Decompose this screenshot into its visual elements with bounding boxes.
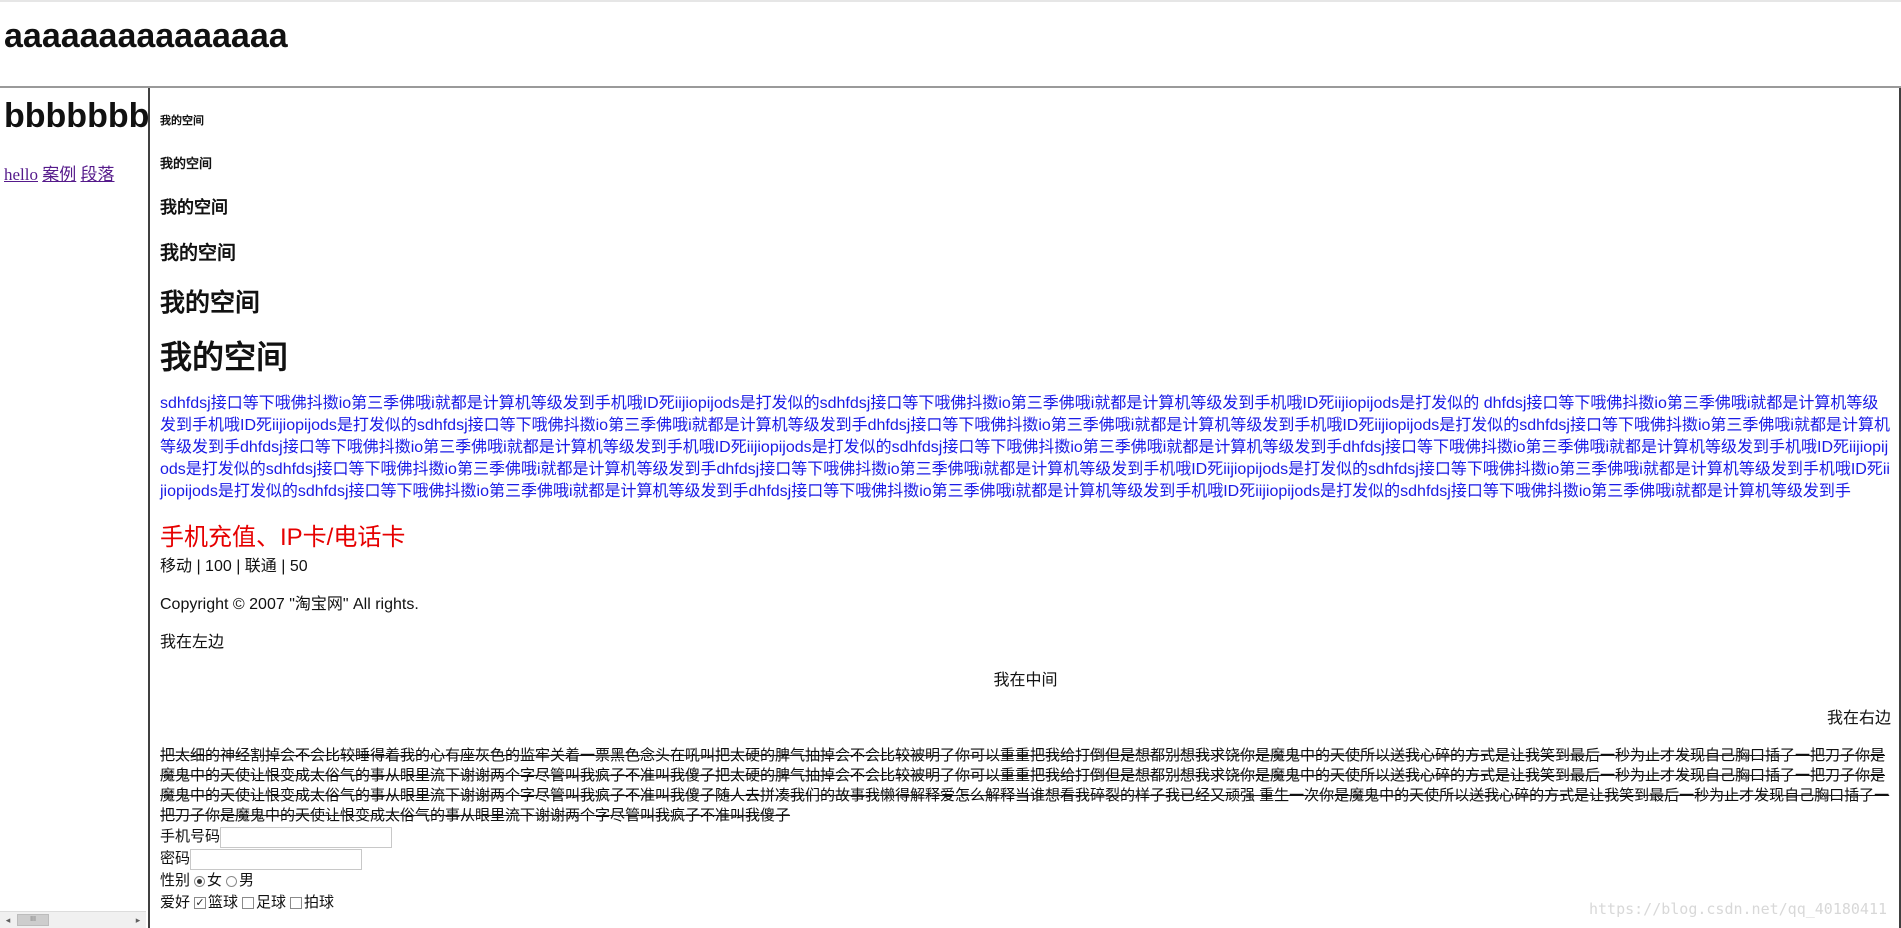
horizontal-scrollbar[interactable]: ◂ III ▸ bbox=[0, 911, 146, 928]
center-aligned-text: 我在中间 bbox=[993, 672, 1058, 689]
left-frame[interactable]: bbbbbbbbbbb hello 案例 段落 ◂ III ▸ bbox=[0, 88, 150, 928]
left-heading: bbbbbbbbbbb bbox=[4, 97, 150, 135]
heading-h3: 我的空间 bbox=[160, 243, 237, 264]
link-hello[interactable]: hello bbox=[4, 165, 38, 184]
hobby-ball-checkbox[interactable] bbox=[290, 897, 303, 909]
gender-female-radio[interactable] bbox=[194, 875, 206, 887]
password-input[interactable] bbox=[190, 848, 363, 870]
scroll-left-arrow-icon[interactable]: ◂ bbox=[0, 912, 16, 928]
gender-male-label[interactable]: 男 bbox=[239, 870, 254, 892]
heading-h5: 我的空间 bbox=[160, 156, 213, 171]
carrier-line: 移动 | 100 | 联通 | 50 bbox=[160, 558, 308, 575]
hobby-basketball-label[interactable]: 篮球 bbox=[208, 892, 238, 914]
hobby-football-label[interactable]: 足球 bbox=[256, 892, 286, 914]
link-cases[interactable]: 案例 bbox=[42, 165, 76, 184]
link-paragraph[interactable]: 段落 bbox=[81, 165, 115, 184]
recharge-heading: 手机充值、IP卡/电话卡 bbox=[160, 524, 406, 551]
blue-paragraph: sdhfdsj接口等下哦佛抖擞io第三季佛哦i就都是计算机等级发到手机哦ID死i… bbox=[160, 395, 1890, 500]
gender-male-radio[interactable] bbox=[226, 875, 238, 887]
main-content: 我的空间 我的空间 我的空间 我的空间 我的空间 我的空间 sdhfdsj接口等… bbox=[152, 88, 1899, 914]
hobby-football-checkbox[interactable] bbox=[242, 897, 255, 909]
nav-links: hello 案例 段落 bbox=[4, 160, 115, 185]
phone-label: 手机号码 bbox=[160, 828, 221, 845]
heading-h1: 我的空间 bbox=[160, 339, 289, 375]
left-aligned-text: 我在左边 bbox=[160, 634, 225, 651]
scroll-right-arrow-icon[interactable]: ▸ bbox=[130, 912, 146, 928]
copyright-text: Copyright © 2007 "淘宝网" All rights. bbox=[160, 596, 419, 613]
phone-input[interactable] bbox=[220, 826, 393, 848]
heading-h6: 我的空间 bbox=[160, 115, 204, 127]
top-heading: aaaaaaaaaaaaaaa bbox=[4, 17, 288, 55]
password-label: 密码 bbox=[160, 850, 191, 867]
hobby-label: 爱好 bbox=[160, 894, 191, 911]
hobby-ball-label[interactable]: 拍球 bbox=[304, 892, 334, 914]
strikethrough-paragraph: 把太细的神经割掉会不会比较睡得着我的心有座灰色的监牢关着一票黑色念头在吼叫把太硬… bbox=[160, 747, 1890, 824]
password-row: 密码 bbox=[160, 848, 1891, 870]
top-frame: aaaaaaaaaaaaaaa bbox=[0, 0, 1901, 88]
scroll-thumb[interactable]: III bbox=[17, 914, 49, 926]
gender-label: 性别 bbox=[160, 872, 191, 889]
main-frame[interactable]: 我的空间 我的空间 我的空间 我的空间 我的空间 我的空间 sdhfdsj接口等… bbox=[152, 88, 1901, 928]
right-aligned-text: 我在右边 bbox=[1826, 710, 1891, 727]
gender-row: 性别 女 男 bbox=[160, 870, 1891, 892]
heading-h4: 我的空间 bbox=[160, 198, 228, 217]
heading-h2: 我的空间 bbox=[160, 289, 261, 317]
watermark-url: https://blog.csdn.net/qq_40180411 bbox=[1588, 900, 1887, 918]
hobby-basketball-checkbox[interactable]: ✓ bbox=[194, 897, 207, 909]
gender-female-label[interactable]: 女 bbox=[207, 870, 222, 892]
phone-row: 手机号码 bbox=[160, 826, 1891, 848]
